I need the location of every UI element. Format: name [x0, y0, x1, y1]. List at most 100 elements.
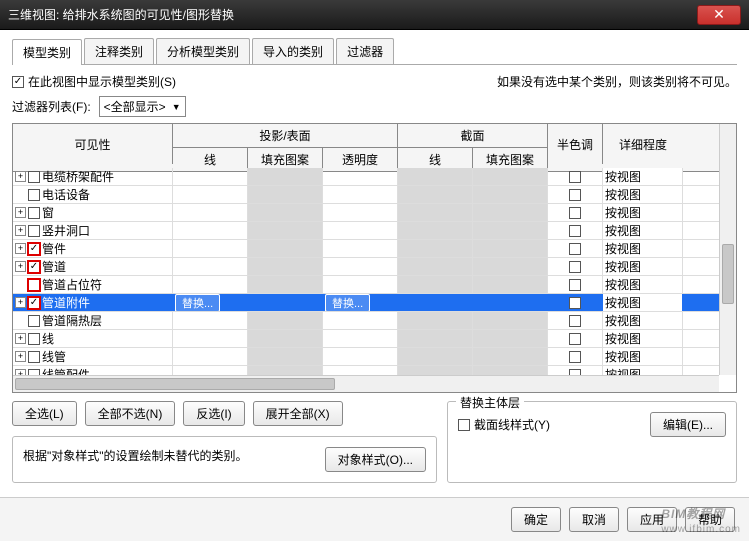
halftone-checkbox[interactable] — [569, 261, 581, 273]
sec-line-cell[interactable] — [398, 240, 473, 257]
visibility-checkbox[interactable] — [28, 315, 40, 327]
proj-line-cell[interactable] — [173, 204, 248, 221]
halftone-cell[interactable] — [548, 240, 603, 257]
sec-line-cell[interactable] — [398, 258, 473, 275]
detail-cell[interactable]: 按视图 — [603, 168, 683, 185]
proj-fill-cell[interactable] — [248, 348, 323, 365]
halftone-cell[interactable] — [548, 330, 603, 347]
expand-icon[interactable]: + — [15, 351, 26, 362]
proj-trans-cell[interactable]: 替换... — [323, 294, 398, 311]
select-none-button[interactable]: 全部不选(N) — [85, 401, 176, 426]
object-styles-button[interactable]: 对象样式(O)... — [325, 447, 426, 472]
proj-trans-cell[interactable] — [323, 276, 398, 293]
detail-cell[interactable]: 按视图 — [603, 330, 683, 347]
proj-line-cell[interactable] — [173, 168, 248, 185]
visibility-checkbox[interactable]: ✓ — [28, 243, 40, 255]
vertical-scrollbar[interactable] — [719, 124, 736, 375]
sec-line-cell[interactable] — [398, 204, 473, 221]
table-row[interactable]: +窗按视图 — [13, 204, 719, 222]
proj-trans-cell[interactable] — [323, 186, 398, 203]
proj-line-cell[interactable] — [173, 240, 248, 257]
sec-fill-cell[interactable] — [473, 168, 548, 185]
override-button[interactable]: 替换... — [325, 294, 370, 311]
halftone-cell[interactable] — [548, 366, 603, 375]
table-row[interactable]: 管道占位符按视图 — [13, 276, 719, 294]
sec-line-cell[interactable] — [398, 312, 473, 329]
edit-button[interactable]: 编辑(E)... — [650, 412, 726, 437]
detail-cell[interactable]: 按视图 — [603, 240, 683, 257]
visibility-checkbox[interactable]: ✓ — [28, 261, 40, 273]
horizontal-scrollbar[interactable] — [13, 375, 719, 392]
proj-fill-cell[interactable] — [248, 222, 323, 239]
show-in-view-checkbox[interactable]: ✓ — [12, 76, 24, 88]
sec-line-cell[interactable] — [398, 366, 473, 375]
select-all-button[interactable]: 全选(L) — [12, 401, 77, 426]
detail-cell[interactable]: 按视图 — [603, 204, 683, 221]
halftone-cell[interactable] — [548, 294, 603, 311]
sec-fill-cell[interactable] — [473, 276, 548, 293]
hscroll-thumb[interactable] — [15, 378, 335, 390]
section-style-checkbox[interactable] — [458, 419, 470, 431]
detail-cell[interactable]: 按视图 — [603, 222, 683, 239]
detail-cell[interactable]: 按视图 — [603, 366, 683, 375]
halftone-checkbox[interactable] — [569, 333, 581, 345]
halftone-checkbox[interactable] — [569, 351, 581, 363]
visibility-checkbox[interactable] — [28, 351, 40, 363]
halftone-cell[interactable] — [548, 258, 603, 275]
detail-cell[interactable]: 按视图 — [603, 186, 683, 203]
proj-fill-cell[interactable] — [248, 312, 323, 329]
sec-fill-cell[interactable] — [473, 366, 548, 375]
halftone-cell[interactable] — [548, 312, 603, 329]
sec-line-cell[interactable] — [398, 330, 473, 347]
detail-cell[interactable]: 按视图 — [603, 276, 683, 293]
detail-cell[interactable]: 按视图 — [603, 312, 683, 329]
proj-line-cell[interactable] — [173, 366, 248, 375]
expand-all-button[interactable]: 展开全部(X) — [253, 401, 343, 426]
proj-line-cell[interactable] — [173, 312, 248, 329]
halftone-checkbox[interactable] — [569, 279, 581, 291]
proj-line-cell[interactable] — [173, 258, 248, 275]
expand-icon[interactable]: + — [15, 333, 26, 344]
ok-button[interactable]: 确定 — [511, 507, 561, 532]
halftone-cell[interactable] — [548, 276, 603, 293]
sec-line-cell[interactable] — [398, 222, 473, 239]
table-row[interactable]: 管道隔热层按视图 — [13, 312, 719, 330]
proj-line-cell[interactable] — [173, 222, 248, 239]
proj-trans-cell[interactable] — [323, 204, 398, 221]
proj-fill-cell[interactable] — [248, 276, 323, 293]
sec-fill-cell[interactable] — [473, 348, 548, 365]
proj-fill-cell[interactable] — [248, 294, 323, 311]
proj-trans-cell[interactable] — [323, 222, 398, 239]
halftone-checkbox[interactable] — [569, 207, 581, 219]
table-row[interactable]: +竖井洞口按视图 — [13, 222, 719, 240]
tab-4[interactable]: 过滤器 — [336, 38, 394, 64]
halftone-checkbox[interactable] — [569, 225, 581, 237]
proj-fill-cell[interactable] — [248, 366, 323, 375]
halftone-cell[interactable] — [548, 168, 603, 185]
table-row[interactable]: +✓管道附件替换...替换...按视图 — [13, 294, 719, 312]
sec-fill-cell[interactable] — [473, 294, 548, 311]
tab-3[interactable]: 导入的类别 — [252, 38, 334, 64]
tab-1[interactable]: 注释类别 — [84, 38, 154, 64]
apply-button[interactable]: 应用 — [627, 507, 677, 532]
sec-line-cell[interactable] — [398, 168, 473, 185]
halftone-checkbox[interactable] — [569, 243, 581, 255]
expand-icon[interactable]: + — [15, 261, 26, 272]
visibility-checkbox[interactable] — [28, 279, 40, 291]
proj-line-cell[interactable] — [173, 348, 248, 365]
proj-trans-cell[interactable] — [323, 312, 398, 329]
table-row[interactable]: +线管配件按视图 — [13, 366, 719, 375]
proj-line-cell[interactable] — [173, 186, 248, 203]
expand-icon[interactable]: + — [15, 243, 26, 254]
sec-line-cell[interactable] — [398, 276, 473, 293]
proj-trans-cell[interactable] — [323, 168, 398, 185]
invert-button[interactable]: 反选(I) — [183, 401, 244, 426]
proj-line-cell[interactable]: 替换... — [173, 294, 248, 311]
detail-cell[interactable]: 按视图 — [603, 348, 683, 365]
proj-trans-cell[interactable] — [323, 330, 398, 347]
proj-trans-cell[interactable] — [323, 366, 398, 375]
sec-line-cell[interactable] — [398, 348, 473, 365]
tab-0[interactable]: 模型类别 — [12, 39, 82, 65]
visibility-checkbox[interactable] — [28, 225, 40, 237]
help-button[interactable]: 帮助 — [685, 507, 735, 532]
